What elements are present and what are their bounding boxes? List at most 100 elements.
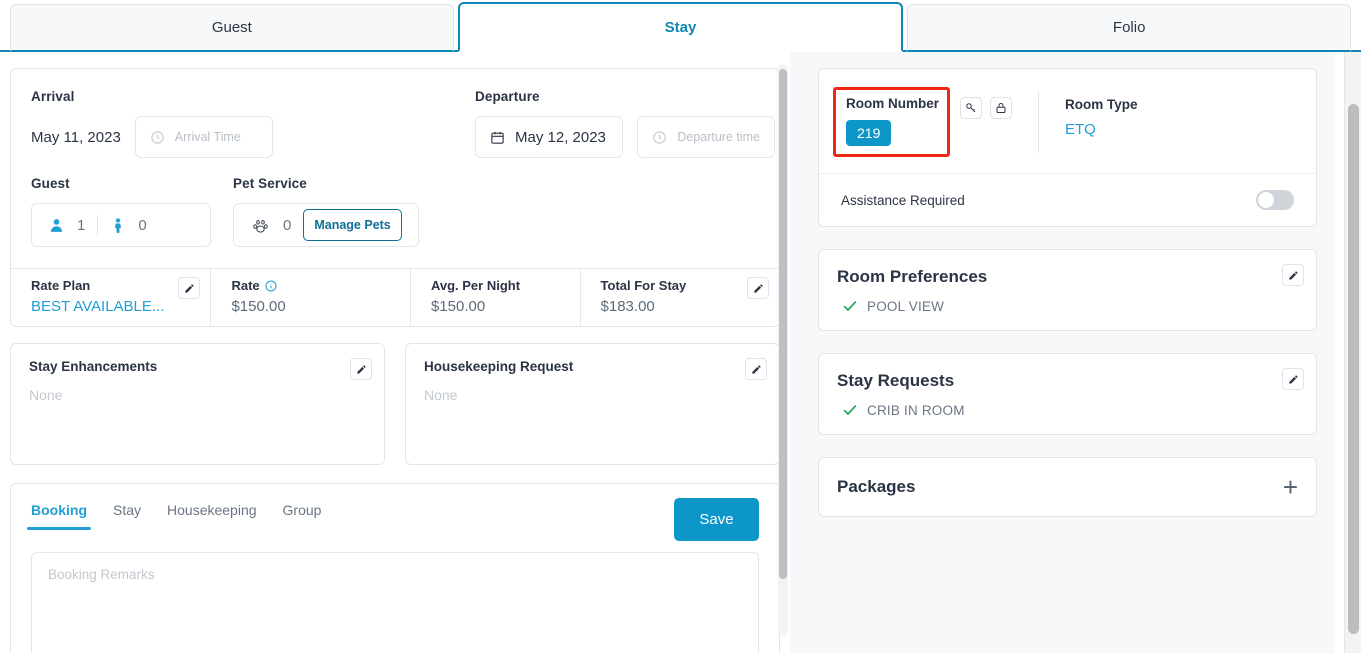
tab-booking-label: Booking <box>31 502 87 518</box>
paw-icon <box>250 217 271 234</box>
key-button[interactable] <box>960 97 982 119</box>
tab-stay-notes[interactable]: Stay <box>113 502 141 530</box>
edit-stay-enhancements-button[interactable] <box>350 358 372 380</box>
room-info-pane: Room Number 219 <box>790 52 1335 653</box>
edit-stay-requests-button[interactable] <box>1282 368 1304 390</box>
add-package-button[interactable]: + <box>1283 480 1298 494</box>
room-number-badge[interactable]: 219 <box>846 120 891 146</box>
left-pane-scrollbar[interactable] <box>778 64 788 636</box>
arrival-label: Arrival <box>31 89 475 104</box>
remarks-toolbar: Booking Stay Housekeeping Group Save <box>11 484 779 546</box>
room-top-row: Room Number 219 <box>819 69 1316 174</box>
enhancements-row: Stay Enhancements None Housekeeping Requ… <box>10 343 780 465</box>
pencil-icon <box>751 364 762 375</box>
departure-date-input[interactable]: May 12, 2023 <box>475 116 623 158</box>
tab-stay-label: Stay <box>665 19 697 36</box>
stay-summary-card: Arrival May 11, 2023 Arrival Time <box>10 68 780 327</box>
assistance-required-toggle[interactable] <box>1256 190 1294 210</box>
total-for-stay-label: Total For Stay <box>601 278 765 293</box>
pet-service-group: Pet Service 0 Manage Pet <box>233 176 419 247</box>
tab-stay-notes-label: Stay <box>113 502 141 518</box>
lock-button[interactable] <box>990 97 1012 119</box>
rate-label-group: Rate <box>231 278 395 293</box>
pencil-icon <box>184 283 195 294</box>
page-scrollbar-thumb[interactable] <box>1348 104 1359 634</box>
clock-icon <box>652 130 667 145</box>
manage-pets-button[interactable]: Manage Pets <box>303 209 401 241</box>
arrival-date-value: May 11, 2023 <box>31 129 121 146</box>
guest-label: Guest <box>31 176 211 191</box>
adult-icon <box>48 217 65 234</box>
room-preferences-title: Room Preferences <box>837 267 1298 287</box>
tab-group-notes-label: Group <box>283 502 322 518</box>
room-card: Room Number 219 <box>818 68 1317 227</box>
tab-group-notes[interactable]: Group <box>283 502 322 530</box>
rate-label: Rate <box>231 278 259 293</box>
housekeeping-request-title: Housekeeping Request <box>424 359 761 374</box>
tab-folio-label: Folio <box>1113 19 1146 36</box>
assistance-required-row: Assistance Required <box>819 174 1316 226</box>
pet-service-control: 0 Manage Pets <box>233 203 419 247</box>
room-preference-value: POOL VIEW <box>867 299 944 314</box>
avg-per-night-label: Avg. Per Night <box>431 278 566 293</box>
remarks-tabs: Booking Stay Housekeeping Group <box>31 498 321 546</box>
tab-folio[interactable]: Folio <box>907 4 1351 52</box>
rate-plan-label: Rate Plan <box>31 278 196 293</box>
calendar-icon <box>490 130 505 145</box>
stay-requests-title: Stay Requests <box>837 371 1298 391</box>
assistance-required-label: Assistance Required <box>841 193 965 208</box>
list-item: CRIB IN ROOM <box>837 402 1298 418</box>
left-pane-scrollbar-thumb[interactable] <box>779 69 787 579</box>
tab-guest[interactable]: Guest <box>10 4 454 52</box>
stay-enhancements-title: Stay Enhancements <box>29 359 366 374</box>
pet-count: 0 <box>283 217 291 234</box>
edit-room-preferences-button[interactable] <box>1282 264 1304 286</box>
divider <box>1038 91 1039 153</box>
arrival-time-input[interactable]: Arrival Time <box>135 116 273 158</box>
departure-time-input[interactable]: Departure time <box>637 116 775 158</box>
room-action-icons <box>960 87 1012 119</box>
pencil-icon <box>1288 374 1299 385</box>
avg-per-night-value: $150.00 <box>431 298 566 315</box>
child-icon <box>110 217 126 234</box>
tab-booking[interactable]: Booking <box>31 502 87 530</box>
housekeeping-request-value: None <box>424 387 761 403</box>
save-button[interactable]: Save <box>674 498 759 541</box>
lock-icon <box>995 102 1007 114</box>
edit-rate-plan-button[interactable] <box>178 277 200 299</box>
guest-group: Guest 1 <box>31 176 211 247</box>
edit-total-button[interactable] <box>747 277 769 299</box>
booking-remarks-textarea[interactable]: Booking Remarks <box>31 552 759 653</box>
list-item: POOL VIEW <box>837 298 1298 314</box>
stay-requests-card: Stay Requests CRIB IN ROOM <box>818 353 1317 435</box>
total-for-stay-value: $183.00 <box>601 298 765 315</box>
pencil-icon <box>1288 270 1299 281</box>
departure-group: Departure May 12, 2023 <box>475 89 775 158</box>
tab-housekeeping-notes[interactable]: Housekeeping <box>167 502 257 530</box>
room-type-label: Room Type <box>1065 97 1138 112</box>
departure-time-placeholder: Departure time <box>677 130 760 144</box>
main-tabs: Guest Stay Folio <box>0 0 1361 52</box>
pet-service-label: Pet Service <box>233 176 419 191</box>
room-type-value[interactable]: ETQ <box>1065 121 1138 138</box>
stay-request-value: CRIB IN ROOM <box>867 403 965 418</box>
occupancy-row: Guest 1 <box>11 158 779 269</box>
info-icon[interactable] <box>265 280 277 292</box>
clock-icon <box>150 130 165 145</box>
guest-count-control[interactable]: 1 0 <box>31 203 211 247</box>
room-number-highlight: Room Number 219 <box>833 87 950 157</box>
rate-cell: Rate $150.00 <box>210 269 409 326</box>
rate-summary-row: Rate Plan BEST AVAILABLE... Rate <box>11 268 779 326</box>
rate-value: $150.00 <box>231 298 395 315</box>
rate-plan-cell: Rate Plan BEST AVAILABLE... <box>11 269 210 326</box>
edit-housekeeping-request-button[interactable] <box>745 358 767 380</box>
arrival-time-placeholder: Arrival Time <box>175 130 241 144</box>
remarks-card: Booking Stay Housekeeping Group Save Boo… <box>10 483 780 653</box>
tab-stay[interactable]: Stay <box>458 2 904 52</box>
page-scrollbar[interactable] <box>1344 52 1361 653</box>
packages-title: Packages <box>837 477 915 497</box>
check-icon <box>842 402 858 418</box>
rate-plan-value[interactable]: BEST AVAILABLE... <box>31 298 196 315</box>
housekeeping-request-card: Housekeeping Request None <box>405 343 780 465</box>
pencil-icon <box>356 364 367 375</box>
